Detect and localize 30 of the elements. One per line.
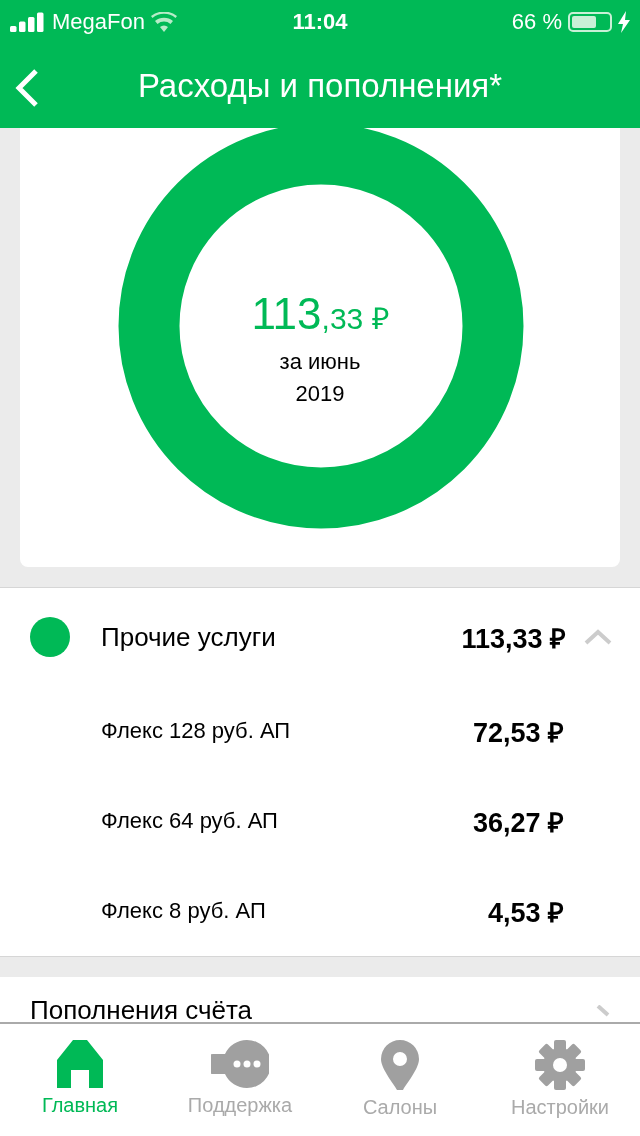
service-name: Флекс 128 руб. АП [101, 718, 292, 744]
total-amount: 113 [251, 288, 322, 339]
service-amount: 36,27 ₽ [472, 806, 564, 840]
screen-title: Расходы и пополнения* [137, 67, 503, 105]
location-pin-icon [381, 1040, 419, 1090]
service-amount: 72,53 ₽ [472, 716, 564, 750]
carrier-name: MegaFon [52, 9, 145, 35]
category-amount: 113,33 ₽ [461, 622, 566, 656]
wifi-icon [150, 12, 177, 32]
back-icon[interactable] [14, 68, 40, 108]
clock: 11:04 [292, 9, 348, 34]
year-label: 2019 [295, 380, 345, 407]
category-name: Прочие услуги [101, 621, 277, 653]
charging-icon [618, 11, 630, 33]
home-icon [57, 1040, 103, 1088]
settings-icon [535, 1040, 585, 1090]
service-name: Флекс 8 руб. АП [101, 898, 267, 924]
tab-bar-item[interactable]: Салоны [320, 1024, 480, 1136]
tab-bar-item[interactable]: Настройки [480, 1024, 640, 1136]
chat-icon [211, 1040, 269, 1088]
total-fraction: ,33 ₽ [321, 300, 389, 337]
period-label: за июнь [279, 348, 361, 375]
battery-icon [568, 12, 612, 32]
signal-icon [10, 12, 46, 32]
service-amount: 4,53 ₽ [487, 896, 564, 930]
tab-bar-item[interactable]: Главная [0, 1024, 160, 1136]
battery-percent: 66 % [511, 9, 562, 35]
tab-bar-item[interactable]: Поддержка [160, 1024, 320, 1136]
collapse-icon[interactable] [584, 629, 612, 645]
service-name: Флекс 64 руб. АП [101, 808, 279, 834]
